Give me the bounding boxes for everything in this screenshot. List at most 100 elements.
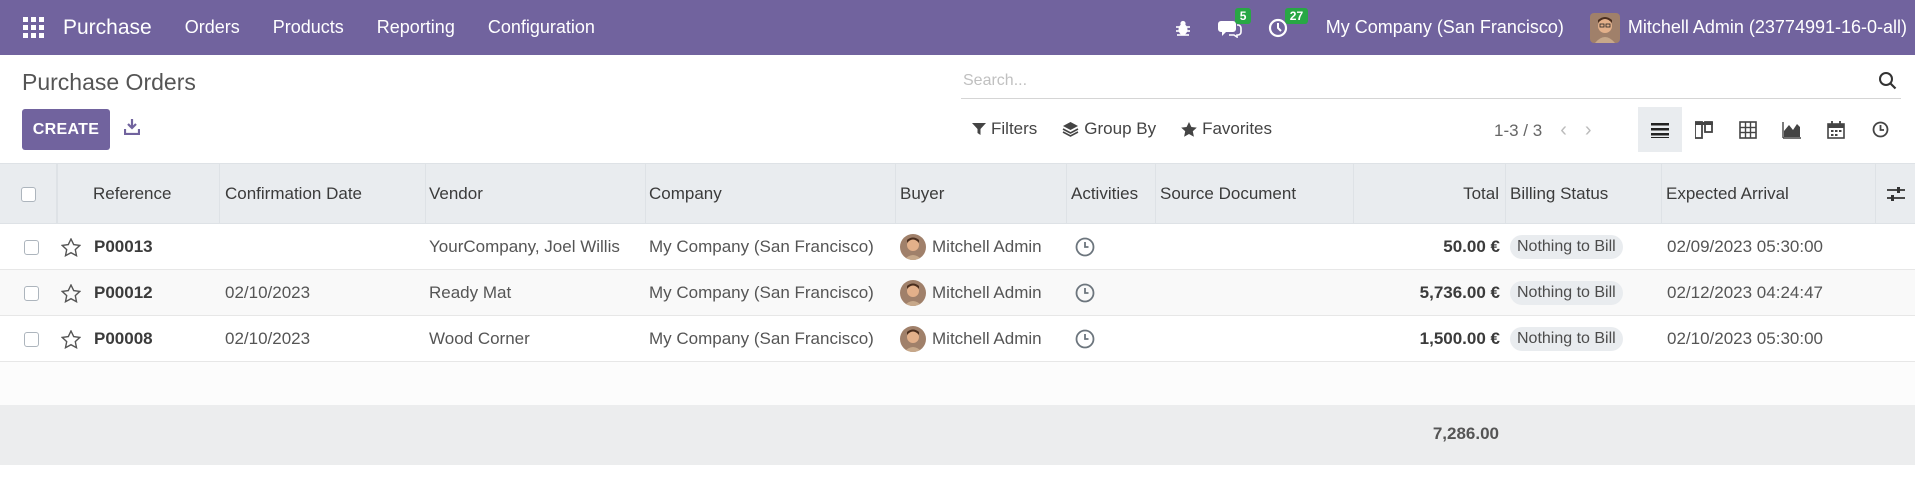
layers-icon xyxy=(1062,122,1079,137)
column-total[interactable]: Total xyxy=(1353,164,1506,224)
cell-reference: P00008 xyxy=(94,329,153,348)
optional-columns-toggle[interactable] xyxy=(1876,164,1915,224)
billing-status-badge: Nothing to Bill xyxy=(1510,327,1623,351)
group-by-button[interactable]: Group By xyxy=(1062,119,1156,139)
activity-clock-icon[interactable] xyxy=(1075,270,1095,316)
row-checkbox[interactable] xyxy=(24,239,39,255)
cell-buyer: Mitchell Admin xyxy=(900,224,1042,270)
search-input[interactable] xyxy=(961,71,1841,90)
cell-confirmation-date: 02/10/2023 xyxy=(225,283,311,302)
messages-button[interactable]: 5 xyxy=(1217,7,1252,40)
create-button[interactable]: CREATE xyxy=(22,109,110,150)
cell-expected-arrival: 02/12/2023 04:24:47 xyxy=(1667,283,1823,302)
buyer-avatar xyxy=(900,326,926,352)
top-navbar: Purchase Orders Products Reporting Confi… xyxy=(0,0,1915,55)
menu-configuration[interactable]: Configuration xyxy=(488,17,595,38)
app-name[interactable]: Purchase xyxy=(63,16,152,40)
column-buyer[interactable]: Buyer xyxy=(895,164,1067,224)
cell-billing-status: Nothing to Bill xyxy=(1510,224,1623,270)
buyer-avatar xyxy=(900,280,926,306)
cell-billing-status: Nothing to Bill xyxy=(1510,270,1623,316)
calendar-view-icon xyxy=(1827,120,1845,139)
clock-icon xyxy=(1872,121,1888,138)
table-header: Reference Confirmation Date Vendor Compa… xyxy=(0,163,1915,224)
select-all-checkbox[interactable] xyxy=(20,186,36,202)
favorite-star-icon[interactable] xyxy=(61,224,81,270)
company-switcher[interactable]: My Company (San Francisco) xyxy=(1326,17,1564,38)
pivot-view-icon xyxy=(1739,120,1757,139)
graph-view-icon xyxy=(1782,121,1801,139)
page-title[interactable]: Purchase Orders xyxy=(22,69,196,96)
column-vendor[interactable]: Vendor xyxy=(424,164,646,224)
filters-button[interactable]: Filters xyxy=(972,119,1037,139)
activity-view-button[interactable] xyxy=(1858,107,1902,152)
cell-reference: P00012 xyxy=(94,283,153,302)
cell-buyer: Mitchell Admin xyxy=(900,270,1042,316)
graph-view-button[interactable] xyxy=(1770,107,1814,152)
menu-reporting[interactable]: Reporting xyxy=(377,17,455,38)
filters-label: Filters xyxy=(991,119,1038,138)
filter-icon xyxy=(972,123,986,135)
menu-products[interactable]: Products xyxy=(273,17,344,38)
cell-expected-arrival: 02/10/2023 05:30:00 xyxy=(1667,329,1823,348)
row-checkbox[interactable] xyxy=(24,285,39,301)
kanban-view-button[interactable] xyxy=(1682,107,1726,152)
search-icon[interactable] xyxy=(1878,71,1897,90)
cell-vendor: Ready Mat xyxy=(429,283,512,302)
row-checkbox[interactable] xyxy=(24,331,39,347)
kanban-view-icon xyxy=(1695,120,1713,139)
download-icon[interactable] xyxy=(124,118,140,135)
cell-buyer: Mitchell Admin xyxy=(900,316,1042,362)
debug-button[interactable] xyxy=(1174,16,1192,40)
cell-billing-status: Nothing to Bill xyxy=(1510,316,1623,362)
cell-company: My Company (San Francisco) xyxy=(649,329,874,348)
cell-confirmation-date: 02/10/2023 xyxy=(225,329,311,348)
buyer-name: Mitchell Admin xyxy=(932,283,1042,302)
pager-next-icon[interactable]: › xyxy=(1585,119,1592,142)
user-avatar xyxy=(1589,12,1620,43)
activities-button[interactable]: 27 xyxy=(1268,7,1309,40)
column-activities[interactable]: Activities xyxy=(1066,164,1156,224)
cell-total: 5,736.00 € xyxy=(1419,283,1500,302)
cell-vendor: Wood Corner xyxy=(429,329,530,348)
billing-status-badge: Nothing to Bill xyxy=(1510,235,1623,259)
favorite-star-icon[interactable] xyxy=(61,316,81,362)
table-row[interactable]: P00013 YourCompany, Joel Willis My Compa… xyxy=(0,224,1915,270)
list-view-icon xyxy=(1651,122,1669,138)
column-company[interactable]: Company xyxy=(644,164,896,224)
cell-company: My Company (San Francisco) xyxy=(649,283,874,302)
apps-icon[interactable] xyxy=(23,16,45,39)
row-select-cell xyxy=(24,270,39,316)
purchase-orders-table: Reference Confirmation Date Vendor Compa… xyxy=(0,163,1915,465)
billing-status-badge: Nothing to Bill xyxy=(1510,281,1623,305)
pivot-view-button[interactable] xyxy=(1726,107,1770,152)
activity-clock-icon[interactable] xyxy=(1075,316,1095,362)
activity-clock-icon[interactable] xyxy=(1075,224,1095,270)
sliders-icon xyxy=(1886,187,1905,201)
list-view-button[interactable] xyxy=(1638,107,1682,152)
column-billing-status[interactable]: Billing Status xyxy=(1505,164,1662,224)
menu-orders[interactable]: Orders xyxy=(185,17,240,38)
pager: 1-3 / 3 ‹ › xyxy=(1494,119,1592,142)
favorite-star-icon[interactable] xyxy=(61,270,81,316)
group-by-label: Group By xyxy=(1084,119,1157,138)
calendar-view-button[interactable] xyxy=(1814,107,1858,152)
cell-total: 50.00 € xyxy=(1443,237,1500,256)
favorites-button[interactable]: Favorites xyxy=(1181,119,1272,139)
column-expected-arrival[interactable]: Expected Arrival xyxy=(1661,164,1876,224)
table-row[interactable]: P00012 02/10/2023 Ready Mat My Company (… xyxy=(0,270,1915,316)
view-switcher xyxy=(1638,107,1902,152)
cell-reference: P00013 xyxy=(94,237,153,256)
cell-total: 1,500.00 € xyxy=(1419,329,1500,348)
column-source-document[interactable]: Source Document xyxy=(1155,164,1354,224)
user-menu[interactable]: Mitchell Admin (23774991-16-0-all) xyxy=(1589,12,1907,43)
pager-value[interactable]: 1-3 / 3 xyxy=(1494,121,1542,141)
table-row[interactable]: P00008 02/10/2023 Wood Corner My Company… xyxy=(0,316,1915,362)
column-reference[interactable]: Reference xyxy=(88,164,220,224)
table-footer: 7,286.00 xyxy=(0,405,1915,465)
cell-expected-arrival: 02/09/2023 05:30:00 xyxy=(1667,237,1823,256)
column-confirmation-date[interactable]: Confirmation Date xyxy=(220,164,426,224)
buyer-name: Mitchell Admin xyxy=(932,329,1042,348)
cell-vendor: YourCompany, Joel Willis xyxy=(429,237,620,256)
pager-previous-icon[interactable]: ‹ xyxy=(1560,119,1567,142)
